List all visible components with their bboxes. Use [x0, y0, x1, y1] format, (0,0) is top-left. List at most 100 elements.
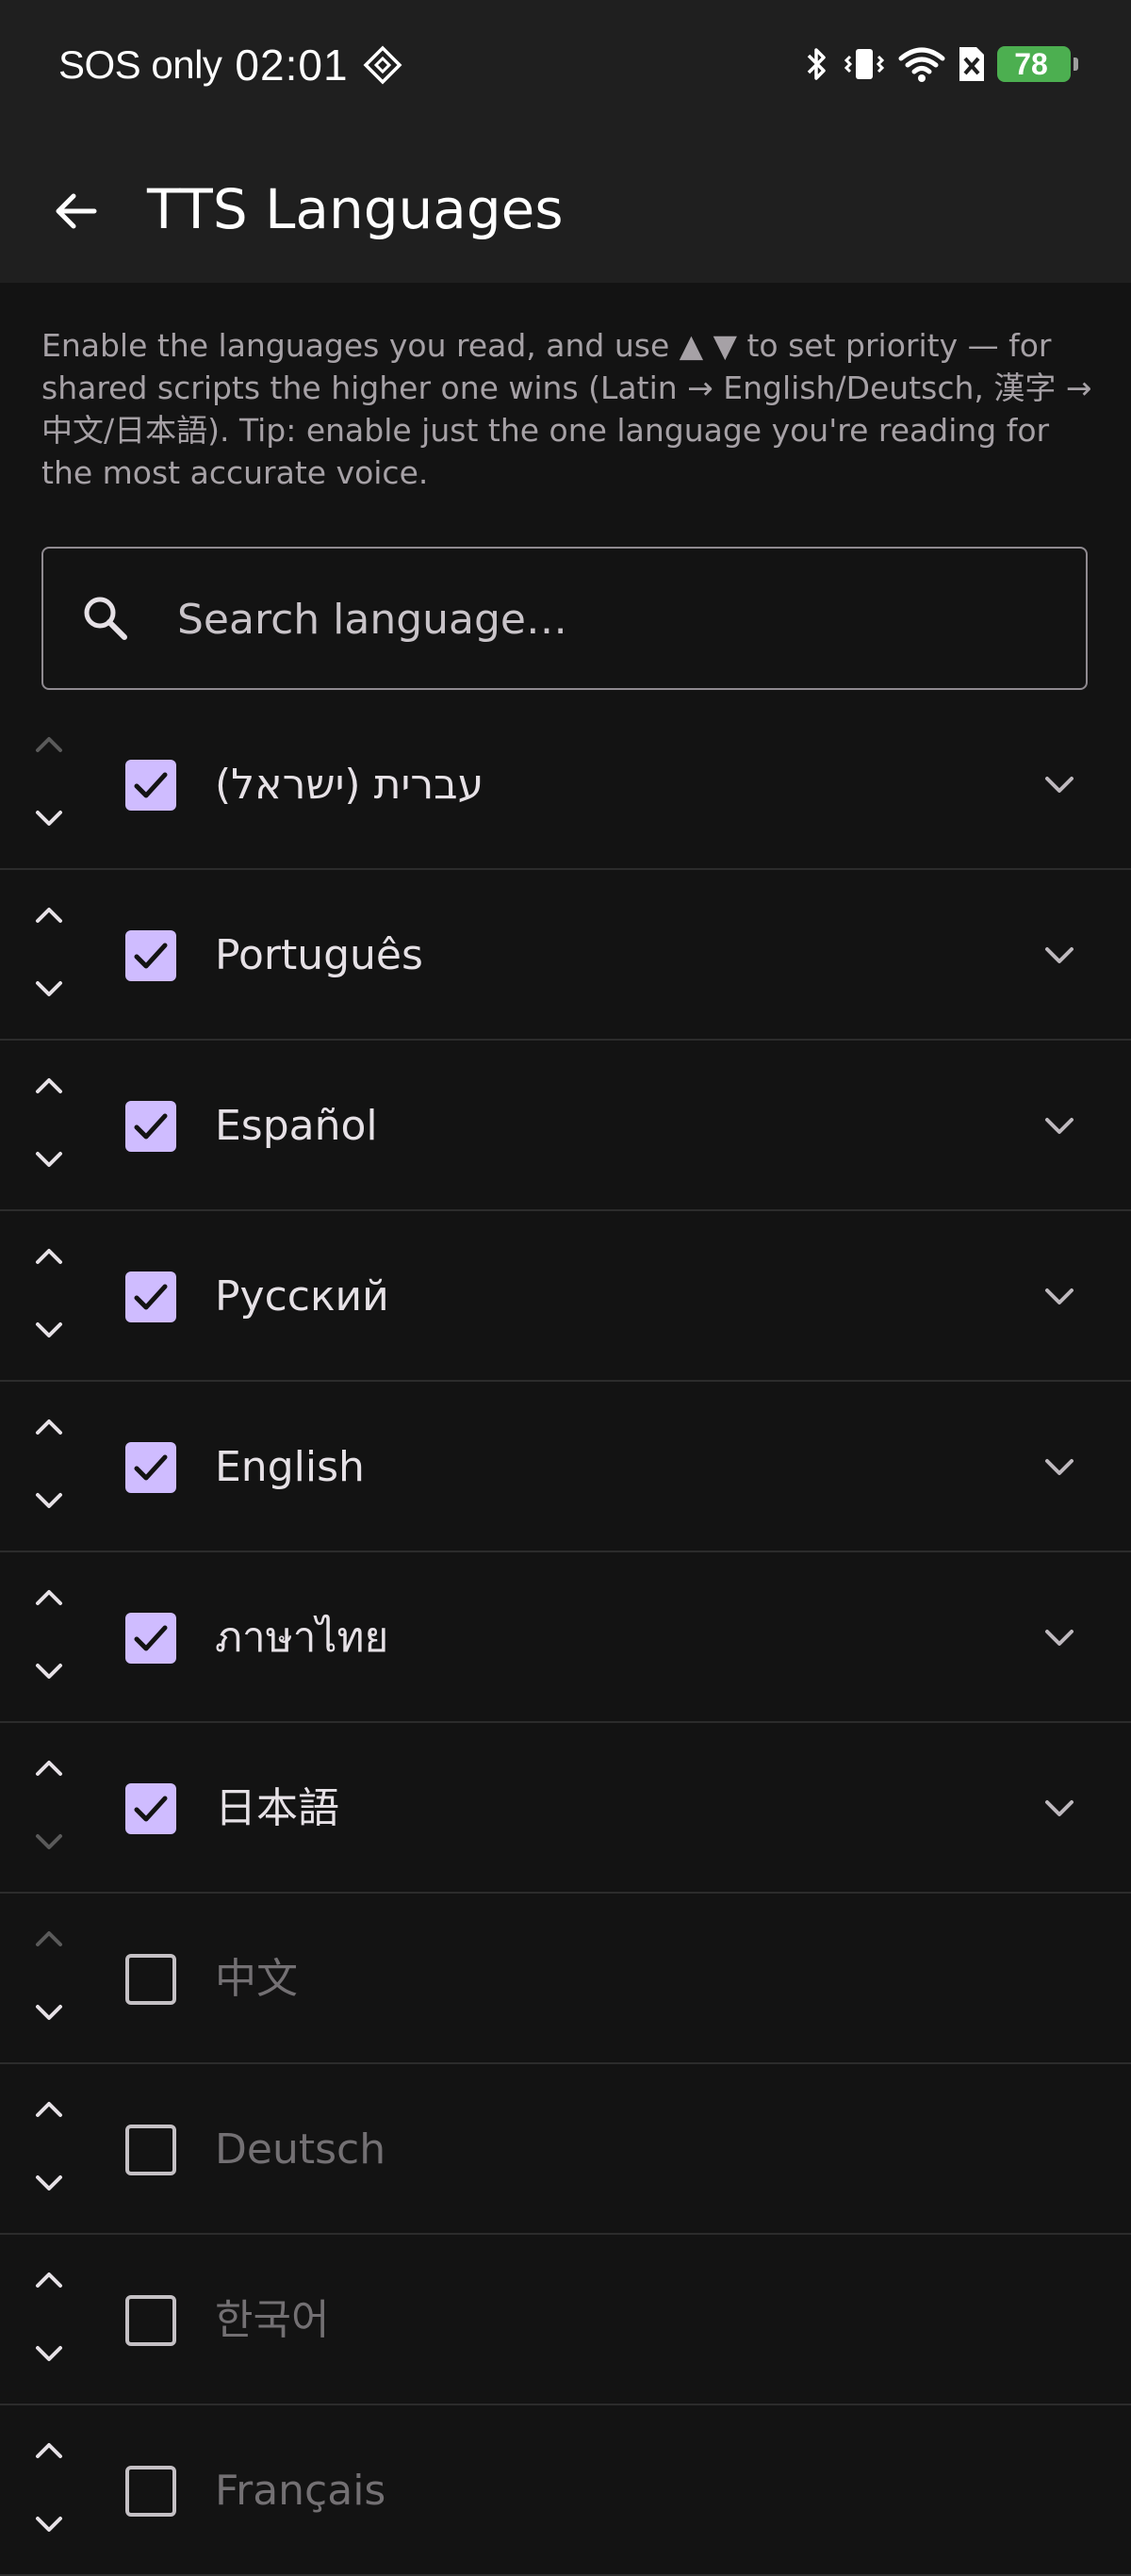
status-left: SOS only 02:01 [58, 40, 403, 90]
chevron-up-icon [36, 2272, 62, 2288]
move-up-button[interactable] [23, 2424, 75, 2477]
chevron-down-icon [36, 2517, 62, 2532]
chevron-up-icon [36, 1419, 62, 1435]
expand-button[interactable] [1033, 1099, 1086, 1152]
chevron-down-icon [36, 2005, 62, 2020]
language-checkbox[interactable] [125, 2125, 176, 2175]
move-down-button[interactable] [23, 962, 75, 1015]
language-row: Русский [0, 1211, 1131, 1382]
move-up-button[interactable] [23, 1742, 75, 1795]
clock: 02:01 [235, 41, 349, 90]
language-list: עברית (ישראל) Português Español Русский Engl… [0, 699, 1131, 2576]
expand-more-icon [1045, 1800, 1074, 1816]
move-down-button[interactable] [23, 2157, 75, 2209]
carrier-text: SOS only [58, 42, 222, 87]
wifi-icon [898, 47, 945, 82]
expand-button[interactable] [1033, 758, 1086, 811]
language-checkbox[interactable] [125, 930, 176, 981]
move-up-button [23, 718, 75, 771]
chevron-up-icon [36, 1078, 62, 1093]
language-label: 中文 [215, 1955, 298, 2003]
page-title: TTS Languages [147, 177, 564, 241]
language-checkbox[interactable] [125, 1783, 176, 1834]
language-checkbox[interactable] [125, 1442, 176, 1493]
language-row: English [0, 1382, 1131, 1552]
chevron-up-icon [36, 1249, 62, 1264]
language-checkbox[interactable] [125, 1101, 176, 1152]
check-icon [134, 943, 168, 969]
language-checkbox[interactable] [125, 1613, 176, 1664]
language-row: Français [0, 2405, 1131, 2576]
move-down-button[interactable] [23, 1986, 75, 2039]
check-icon [134, 1796, 168, 1822]
app-bar: TTS Languages [0, 139, 1131, 283]
language-label: Deutsch [215, 2125, 386, 2174]
language-checkbox[interactable] [125, 2466, 176, 2517]
chevron-down-icon [36, 1664, 62, 1679]
expand-button[interactable] [1033, 1440, 1086, 1493]
language-label: עברית (ישראל) [215, 761, 484, 809]
expand-more-icon [1045, 1118, 1074, 1134]
chevron-down-icon [36, 2175, 62, 2190]
move-up-button[interactable] [23, 1230, 75, 1283]
language-row: Português [0, 870, 1131, 1041]
battery-indicator: 78 [997, 46, 1078, 82]
expand-more-icon [1045, 1630, 1074, 1646]
expand-more-icon [1045, 1459, 1074, 1475]
expand-more-icon [1045, 777, 1074, 793]
chevron-down-icon [36, 811, 62, 826]
move-down-button[interactable] [23, 1645, 75, 1698]
check-icon [134, 1284, 168, 1310]
expand-button[interactable] [1033, 928, 1086, 981]
back-button[interactable] [40, 175, 111, 247]
move-up-button [23, 1912, 75, 1965]
search-icon [84, 597, 127, 640]
status-right: 78 [803, 45, 1078, 83]
language-label: Português [215, 931, 423, 979]
language-checkbox[interactable] [125, 1272, 176, 1322]
move-up-button[interactable] [23, 2254, 75, 2306]
bluetooth-icon [807, 48, 826, 80]
chevron-down-icon [36, 2346, 62, 2361]
language-checkbox[interactable] [125, 1954, 176, 2005]
move-down-button[interactable] [23, 792, 75, 845]
nfc-icon [363, 45, 402, 85]
chevron-down-icon [36, 1834, 62, 1849]
move-down-button[interactable] [23, 2498, 75, 2551]
language-label: Español [215, 1102, 378, 1150]
chevron-up-icon [36, 1931, 62, 1946]
search-box[interactable] [41, 547, 1088, 690]
check-icon [134, 1454, 168, 1481]
language-row: עברית (ישראל) [0, 699, 1131, 870]
language-row: Deutsch [0, 2064, 1131, 2235]
expand-more-icon [1045, 947, 1074, 963]
status-bar: SOS only 02:01 78 [0, 0, 1131, 139]
move-up-button[interactable] [23, 1571, 75, 1624]
move-up-button[interactable] [23, 2083, 75, 2136]
chevron-up-icon [36, 2102, 62, 2117]
expand-button[interactable] [1033, 1611, 1086, 1664]
vibrate-icon [844, 49, 885, 79]
check-icon [134, 1625, 168, 1651]
search-input[interactable] [175, 549, 1065, 690]
move-down-button[interactable] [23, 1133, 75, 1186]
move-up-button[interactable] [23, 889, 75, 942]
move-up-button[interactable] [23, 1401, 75, 1453]
move-down-button[interactable] [23, 1304, 75, 1356]
move-down-button[interactable] [23, 1474, 75, 1527]
check-icon [134, 1113, 168, 1140]
language-checkbox[interactable] [125, 760, 176, 811]
chevron-up-icon [36, 1761, 62, 1776]
expand-button[interactable] [1033, 1270, 1086, 1322]
move-down-button[interactable] [23, 2327, 75, 2380]
expand-more-icon [1045, 1288, 1074, 1304]
move-up-button[interactable] [23, 1059, 75, 1112]
chevron-down-icon [36, 1322, 62, 1337]
language-label: Français [215, 2467, 386, 2515]
move-down-button [23, 1815, 75, 1868]
check-icon [134, 772, 168, 798]
language-checkbox[interactable] [125, 2295, 176, 2346]
language-label: Русский [215, 1272, 389, 1321]
expand-button[interactable] [1033, 1781, 1086, 1834]
no-sim-icon [959, 47, 984, 81]
